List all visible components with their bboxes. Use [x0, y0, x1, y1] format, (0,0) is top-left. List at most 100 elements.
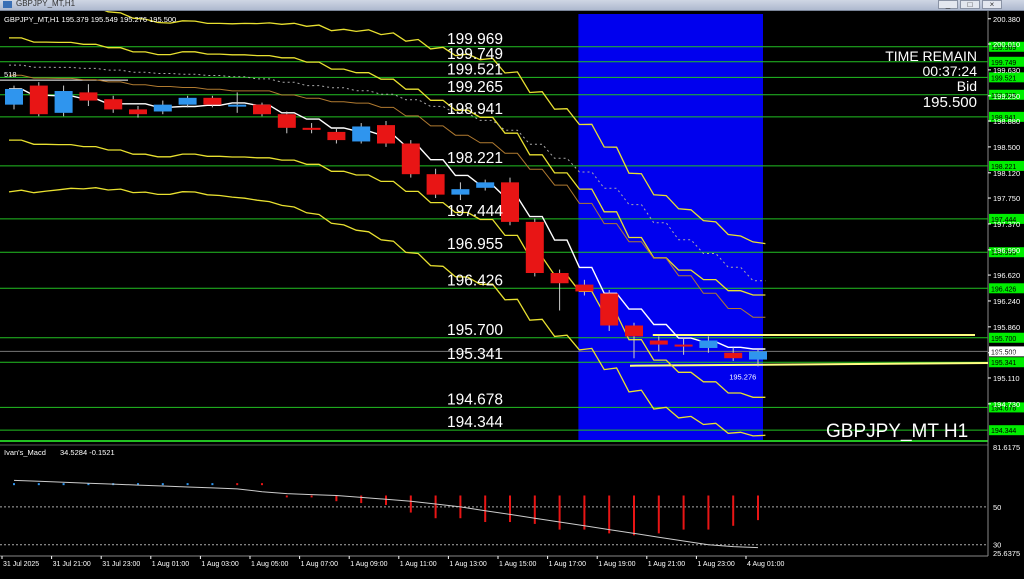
macd-histogram-dot — [236, 483, 239, 486]
macd-histogram-dot — [37, 483, 40, 486]
price-tick-label: 196.620 — [993, 271, 1020, 280]
macd-tick-label: 25.6375 — [993, 549, 1020, 558]
time-tick-label: 1 Aug 23:00 — [697, 561, 734, 568]
window-titlebar[interactable]: GBPJPY_MT,H1 _ □ × — [0, 0, 1024, 11]
chart-background — [0, 11, 1024, 574]
level-label: 194.678 — [447, 391, 503, 408]
time-tick-label: 1 Aug 13:00 — [449, 561, 486, 568]
time-tick-label: 31 Jul 21:00 — [53, 561, 91, 568]
level-price-badge-text: 194.344 — [991, 428, 1016, 435]
macd-histogram-dot — [261, 483, 263, 486]
level-label: 195.700 — [447, 322, 503, 339]
minimize-button[interactable]: _ — [938, 0, 958, 9]
bear-candle — [129, 109, 147, 115]
bear-candle — [302, 127, 321, 130]
bear-candle — [29, 85, 48, 115]
time-tick-label: 4 Aug 01:00 — [747, 561, 784, 568]
level-price-badge-text: 195.700 — [991, 336, 1016, 343]
bull-candle — [228, 104, 247, 107]
bear-candle — [600, 293, 619, 326]
bear-candle — [327, 131, 346, 141]
low-price-marker: 195.276 — [729, 373, 756, 382]
level-label: 196.426 — [447, 272, 503, 289]
corner-marker-label: 518 — [4, 70, 17, 79]
bull-candle — [352, 126, 371, 142]
bear-candle — [104, 99, 123, 110]
price-tick-label: 195.480 — [993, 349, 1020, 358]
level-price-badge-text: 199.521 — [991, 75, 1016, 82]
macd-tick-label: 50 — [993, 503, 1001, 512]
bull-candle — [178, 97, 197, 105]
bear-candle — [253, 104, 271, 115]
maximize-button[interactable]: □ — [960, 0, 980, 9]
bull-candle — [5, 88, 23, 105]
price-tick-label: 198.120 — [993, 169, 1020, 178]
time-tick-label: 1 Aug 11:00 — [400, 561, 437, 568]
chart-area[interactable]: Ivan's_Macd 34.5284 -0.1521 81.6175 50 30 25.… — [0, 0, 1024, 574]
bear-candle — [426, 174, 445, 195]
bear-candle — [575, 284, 594, 292]
price-tick-label: 199.250 — [993, 92, 1020, 101]
time-tick-label: 1 Aug 09:00 — [350, 561, 387, 568]
price-tick-label: 198.500 — [993, 143, 1020, 152]
time-tick-label: 1 Aug 01:00 — [152, 561, 189, 568]
chart-info-line: GBPJPY_MT,H1 195.379 195.549 195.276 195… — [4, 15, 176, 24]
time-tick-label: 1 Aug 05:00 — [251, 561, 288, 568]
level-price-badge-text: 196.426 — [991, 286, 1016, 293]
price-tick-label: 200.010 — [993, 40, 1020, 49]
level-label: 199.521 — [447, 61, 503, 78]
chart-window-icon — [3, 1, 12, 8]
level-label: 196.955 — [447, 236, 503, 253]
bull-candle — [749, 351, 767, 360]
bull-candle — [153, 104, 172, 112]
macd-label: Ivan's_Macd — [4, 448, 46, 457]
level-label: 198.941 — [447, 101, 503, 118]
bear-candle — [501, 182, 519, 222]
price-tick-label: 200.380 — [993, 15, 1020, 24]
level-label: 199.265 — [447, 79, 503, 96]
bear-candle — [724, 352, 743, 359]
time-remain-value: 00:37:24 — [923, 63, 978, 79]
macd-histogram-dot — [211, 483, 214, 486]
bear-candle — [674, 344, 693, 347]
macd-histogram-dot — [161, 483, 164, 486]
level-label: 194.344 — [447, 414, 503, 431]
price-tick-label: 196.240 — [993, 297, 1020, 306]
macd-histogram-dot — [13, 483, 15, 486]
bid-label: Bid — [957, 78, 977, 94]
price-tick-label: 195.110 — [993, 374, 1020, 383]
price-tick-label: 195.860 — [993, 323, 1020, 332]
bear-candle — [525, 221, 544, 274]
level-label: 198.221 — [447, 150, 503, 167]
macd-histogram-dot — [186, 483, 189, 486]
bear-candle — [625, 325, 643, 337]
time-tick-label: 1 Aug 21:00 — [648, 561, 685, 568]
macd-tick-label: 81.6175 — [993, 443, 1020, 452]
bull-candle — [451, 189, 470, 195]
window-title: GBPJPY_MT,H1 — [16, 0, 76, 8]
macd-values: 34.5284 -0.1521 — [60, 448, 115, 457]
bid-value: 195.500 — [923, 94, 977, 111]
bear-candle — [550, 273, 569, 284]
price-tick-label: 197.370 — [993, 220, 1020, 229]
price-tick-label: 194.730 — [993, 400, 1020, 409]
bull-candle — [699, 340, 718, 348]
price-tick-label: 198.880 — [993, 117, 1020, 126]
level-label: 199.749 — [447, 46, 503, 63]
price-tick-label: 196.990 — [993, 246, 1020, 255]
time-tick-label: 1 Aug 07:00 — [301, 561, 338, 568]
bear-candle — [401, 143, 420, 175]
price-tick-label: 199.630 — [993, 66, 1020, 75]
close-button[interactable]: × — [982, 0, 1002, 9]
level-label: 197.444 — [447, 203, 503, 220]
bull-candle — [476, 182, 495, 188]
bear-candle — [377, 125, 395, 144]
chart-canvas[interactable]: Ivan's_Macd 34.5284 -0.152181.6175503025.… — [0, 0, 1024, 574]
level-price-badge-text: 195.341 — [991, 360, 1016, 367]
time-tick-label: 31 Jul 23:00 — [102, 561, 140, 568]
bear-candle — [649, 340, 668, 345]
time-tick-label: 1 Aug 17:00 — [549, 561, 586, 568]
bear-candle — [277, 114, 296, 128]
bear-candle — [203, 97, 222, 105]
symbol-label: GBPJPY_MT H1 — [826, 421, 968, 442]
